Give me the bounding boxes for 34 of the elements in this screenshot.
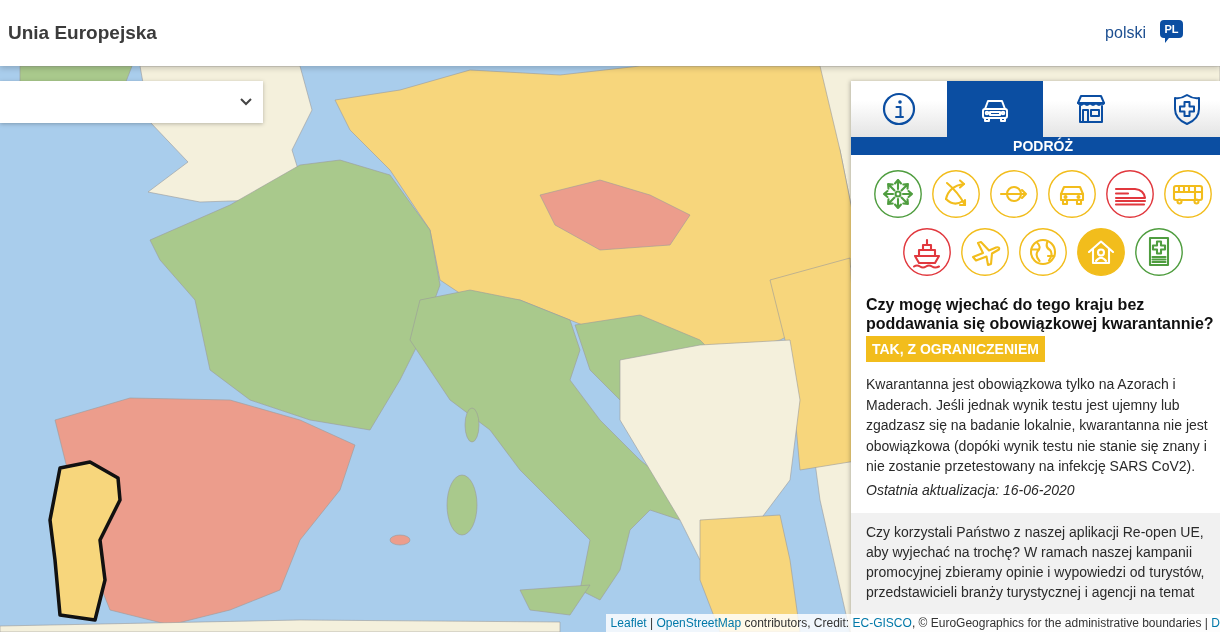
survey-paragraph: Czy korzystali Państwo z naszej aplikacji Re-open UE, aby wyjechać na trochę? W ramach naszej kampanii promocyjnej zbieramy opinie i wypowiedzi od turystów, przedstawicieli branży turystycznej i agencji na temat bbox=[866, 522, 1206, 602]
attribution-link[interactable]: EC-GISCO bbox=[852, 616, 912, 630]
crossed-arrows-icon[interactable] bbox=[932, 170, 980, 218]
info-icon bbox=[881, 91, 917, 127]
bus-icon[interactable] bbox=[1164, 170, 1212, 218]
island-shape bbox=[446, 474, 478, 536]
language-badge: PL bbox=[1160, 20, 1183, 43]
category-tab[interactable] bbox=[1139, 81, 1220, 137]
airplane-icon[interactable] bbox=[961, 228, 1009, 276]
category-tab[interactable] bbox=[947, 81, 1043, 137]
section-title: PODRÓŻ bbox=[851, 137, 1220, 155]
island-shape bbox=[519, 584, 591, 616]
house-person-icon[interactable] bbox=[1077, 228, 1125, 276]
details-paragraph: Kwarantanna jest obowiązkowa tylko na Azorach i Maderach. Jeśli jednak wynik testu jest ujemny lub zgadzasz się na badanie lokalnie, kwarantanna nie jest obowiązkowa (dopóki wynik testu nie stanie się znany i nie zostanie przetestowany na infekcję SARS CoV2). bbox=[866, 375, 1209, 476]
attribution-link[interactable]: Leaflet bbox=[610, 616, 647, 630]
globe-icon[interactable] bbox=[1019, 228, 1067, 276]
question-heading: Czy mogę wjechać do tego kraju bez poddawania się obowiązkowej kwarantannie? bbox=[866, 295, 1215, 333]
ship-icon[interactable] bbox=[903, 228, 951, 276]
car-icon[interactable] bbox=[1048, 170, 1096, 218]
last-updated-text: Ostatnia aktualizacja: 16-06-2020 bbox=[866, 480, 1075, 500]
train-icon[interactable] bbox=[1106, 170, 1154, 218]
medical-document-icon[interactable] bbox=[1135, 228, 1183, 276]
island-shape bbox=[389, 534, 411, 546]
map-attribution: Leaflet | OpenStreetMap contributors, Credit: EC-GISCO, © EuroGeographics for the administrative boundaries | D bbox=[605, 614, 1220, 632]
category-tab[interactable] bbox=[851, 81, 947, 137]
page-title: Unia Europejska bbox=[8, 22, 157, 44]
chevron-down-icon bbox=[240, 98, 252, 106]
attribution-link[interactable]: D bbox=[1211, 616, 1220, 630]
answer-badge: TAK, Z OGRANICZENIEM bbox=[866, 336, 1045, 362]
island-shape bbox=[464, 407, 480, 443]
language-button[interactable]: polski PL bbox=[1105, 23, 1183, 43]
attribution-link[interactable]: OpenStreetMap bbox=[656, 616, 742, 630]
category-tab[interactable] bbox=[1043, 81, 1139, 137]
outward-arrows-icon[interactable] bbox=[874, 170, 922, 218]
